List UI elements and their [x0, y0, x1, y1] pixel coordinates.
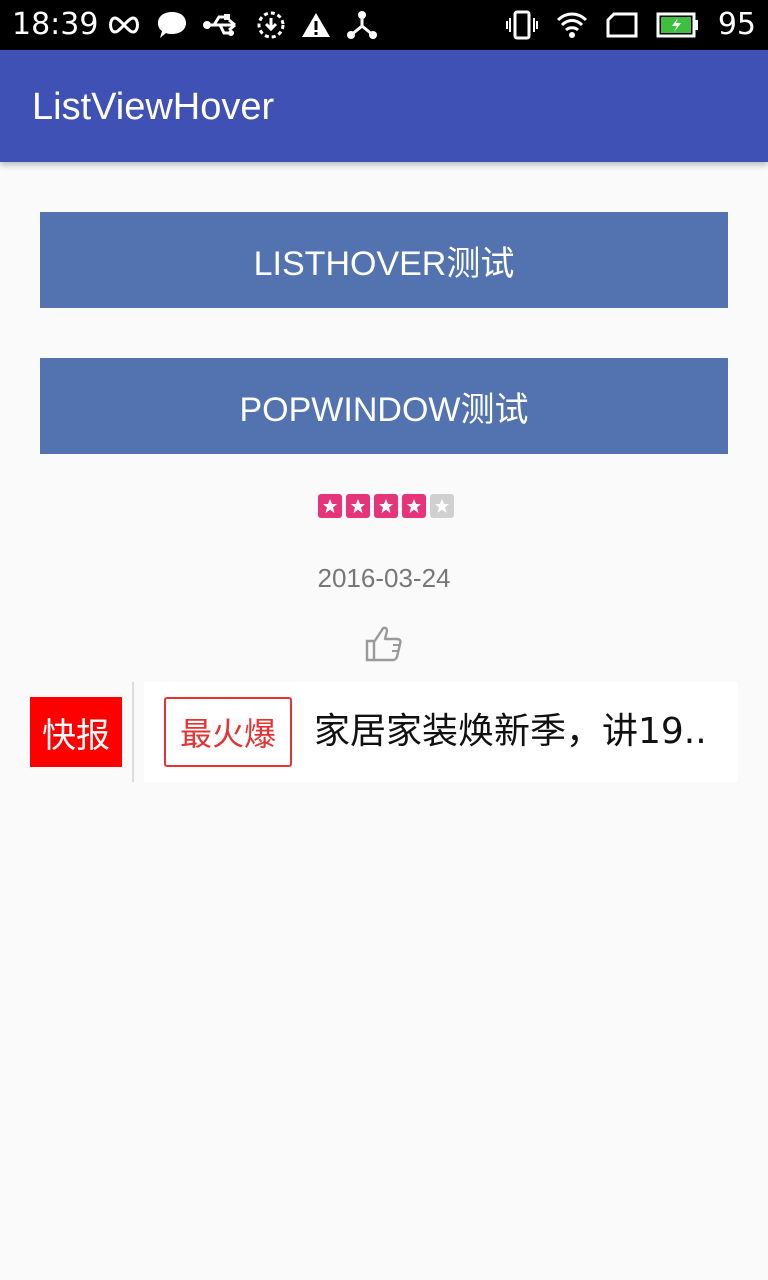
system-icons: 95 — [505, 6, 756, 44]
wifi-icon — [556, 12, 587, 38]
notification-icons — [106, 8, 378, 42]
status-time: 18:39 — [12, 7, 99, 42]
battery-percent: 95 — [717, 7, 756, 42]
thumbs-up-icon[interactable] — [364, 625, 404, 663]
app-toolbar: ListViewHover — [0, 50, 768, 162]
chat-bubble-icon — [158, 12, 186, 38]
hot-tag: 最火爆 — [164, 697, 292, 767]
rating-star[interactable] — [430, 494, 454, 518]
date-text: 2016-03-24 — [317, 563, 451, 593]
app-title: ListViewHover — [32, 86, 275, 128]
infinity-icon — [109, 16, 139, 34]
rating-bar[interactable] — [318, 494, 454, 518]
usb-icon — [203, 14, 236, 36]
warning-icon — [302, 13, 330, 37]
rating-star[interactable] — [374, 494, 398, 518]
download-icon — [257, 11, 285, 39]
popwindow-test-button[interactable]: POPWINDOW测试 — [40, 358, 728, 454]
sim-icon — [606, 12, 638, 38]
listhover-test-button[interactable]: LISTHOVER测试 — [40, 212, 728, 308]
rating-star[interactable] — [346, 494, 370, 518]
news-flash-badge: 快报 — [30, 697, 122, 767]
battery-icon — [656, 12, 698, 38]
share-node-icon — [347, 11, 377, 39]
rating-star[interactable] — [402, 494, 426, 518]
status-bar: 18:39 95 — [0, 0, 768, 50]
news-divider — [132, 682, 134, 782]
news-headline[interactable]: 家居家装焕新季，讲19.. — [314, 682, 734, 782]
vibrate-icon — [505, 10, 538, 40]
rating-star[interactable] — [318, 494, 342, 518]
news-ticker[interactable]: 快报 最火爆 家居家装焕新季，讲19.. — [30, 682, 738, 782]
news-item[interactable]: 最火爆 家居家装焕新季，讲19.. — [144, 682, 738, 782]
